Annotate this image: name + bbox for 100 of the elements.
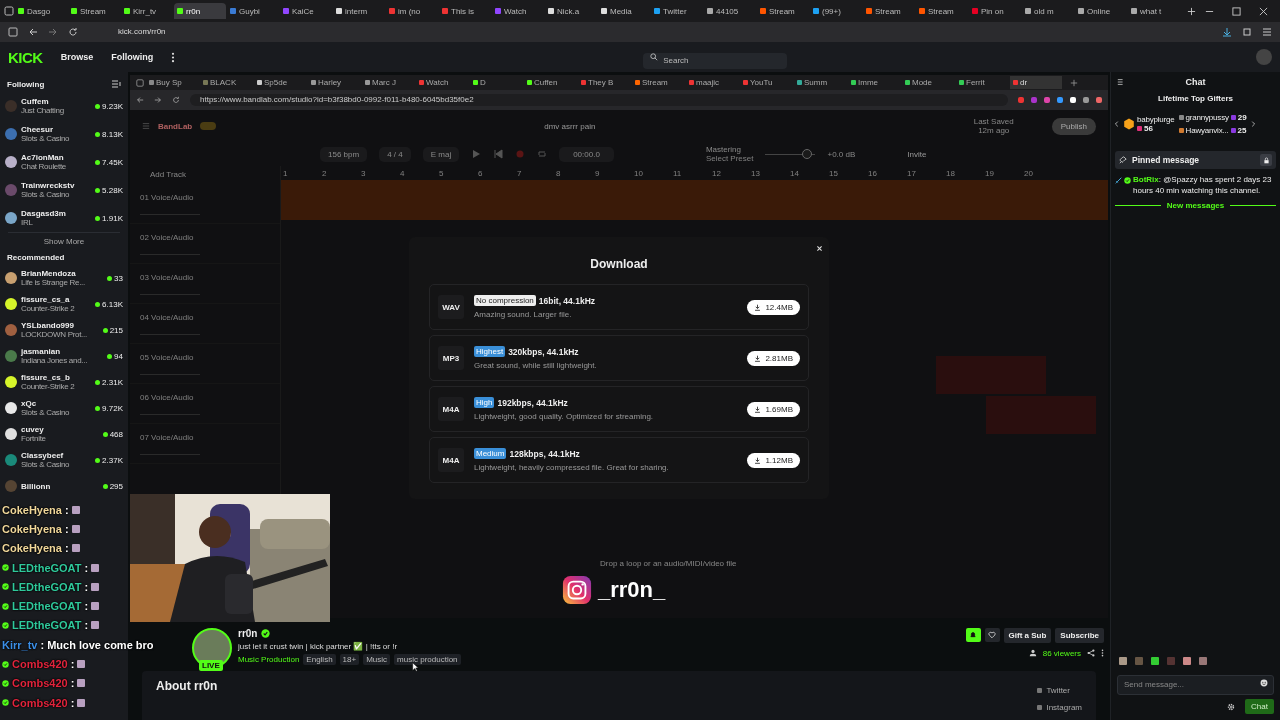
add-track-button[interactable]: Add Track (130, 166, 280, 184)
channel-item[interactable]: Dasgasd3m IRL 1.91K (0, 204, 128, 232)
audio-clip[interactable] (281, 180, 1108, 220)
category-link[interactable]: Music Production (238, 654, 300, 664)
channel-item[interactable]: jasmanian Indiana Jones and... 94 (0, 343, 128, 369)
browser-tab[interactable]: Online (1075, 3, 1127, 19)
browser-tab[interactable]: Cuffen (524, 76, 576, 89)
browser-tab[interactable]: Media (598, 3, 650, 19)
browser-tab[interactable]: interm (333, 3, 385, 19)
channel-action-button[interactable]: Gift a Sub (1003, 627, 1052, 643)
more-icon[interactable] (1101, 649, 1104, 658)
channel-item[interactable]: Classybeef Slots & Casino 2.37K (0, 447, 128, 473)
extension-icon[interactable] (1070, 97, 1076, 103)
collapse-icon[interactable] (1117, 78, 1125, 86)
lock-icon[interactable] (1260, 154, 1272, 166)
play-icon[interactable] (471, 149, 482, 159)
nav-link[interactable]: Following (111, 52, 154, 62)
track-header[interactable]: 01 Voice/Audio (130, 184, 280, 224)
browser-tab[interactable]: Buy Sp (146, 76, 198, 89)
browser-tab[interactable]: They B (578, 76, 630, 89)
browser-tab[interactable]: old m (1022, 3, 1074, 19)
browser-tab[interactable]: Stream (68, 3, 120, 19)
browser-tab[interactable]: Stream (757, 3, 809, 19)
browser-tab[interactable]: Summ (794, 76, 846, 89)
sidebar-icon[interactable] (8, 27, 18, 37)
browser-tab[interactable]: Guybi (227, 3, 279, 19)
browser-tab[interactable]: Stream (632, 76, 684, 89)
reload-icon[interactable] (172, 96, 180, 104)
browser-tab[interactable]: Dasgo (15, 3, 67, 19)
browser-tab[interactable]: Pin on (969, 3, 1021, 19)
social-link[interactable]: Twitter (1037, 686, 1082, 695)
pinned-message-bar[interactable]: Pinned message (1115, 151, 1276, 169)
extension-icon[interactable] (1031, 97, 1037, 103)
project-title[interactable]: dmv asrrr pain (544, 121, 596, 131)
channel-item[interactable]: BrianMendoza Life is Strange Re... 33 (0, 265, 128, 291)
channel-action-button[interactable]: Subscribe (1055, 627, 1104, 643)
tag-chip[interactable]: English (303, 653, 336, 665)
tag-chip[interactable]: 18+ (339, 653, 360, 665)
browser-tab[interactable]: Harley (308, 76, 360, 89)
key-field[interactable]: E maj (422, 146, 460, 162)
extension-icon[interactable] (1096, 97, 1102, 103)
publish-button[interactable]: Publish (1051, 117, 1096, 135)
browser-tab[interactable]: Kirr_tv (121, 3, 173, 19)
extension-icon[interactable] (1044, 97, 1050, 103)
browser-tab[interactable]: maajic (686, 76, 738, 89)
preset-label[interactable]: Select Preset (705, 154, 754, 163)
show-more-link[interactable]: Show More (8, 232, 120, 250)
browser-tab[interactable]: Stream (916, 3, 968, 19)
back-icon[interactable] (136, 96, 144, 104)
browser-tab[interactable]: 44105 (704, 3, 756, 19)
settings-icon[interactable] (1227, 702, 1236, 711)
browser-tab[interactable]: im (no (386, 3, 438, 19)
notification-button[interactable] (965, 628, 981, 643)
emoji-icon[interactable] (1260, 679, 1268, 687)
extension-icon[interactable] (1083, 97, 1089, 103)
browser-tab[interactable]: dr (1010, 76, 1062, 89)
browser-tab[interactable]: (99+) (810, 3, 862, 19)
gifter-name[interactable]: grannypussy (1185, 113, 1229, 122)
close-icon[interactable] (816, 245, 823, 252)
track-header[interactable]: 05 Voice/Audio (130, 344, 280, 384)
track-header[interactable]: 02 Voice/Audio (130, 224, 280, 264)
share-icon[interactable] (1087, 649, 1095, 658)
browser-tab[interactable]: Imme (848, 76, 900, 89)
browser-tab[interactable]: BLACK (200, 76, 252, 89)
download-button[interactable]: 1.69MB (747, 401, 800, 417)
extensions-icon[interactable] (1242, 27, 1252, 37)
browser-tab[interactable]: Ferrit (956, 76, 1008, 89)
channel-item[interactable]: Cuffem Just Chatting 9.23K (0, 92, 128, 120)
channel-avatar[interactable]: LIVE (192, 627, 232, 668)
tab-list-icon[interactable] (4, 6, 14, 16)
channel-item[interactable]: Trainwreckstv Slots & Casino 5.28K (0, 176, 128, 204)
invite-button[interactable]: Invite (907, 149, 927, 159)
maximize-icon[interactable] (1232, 6, 1241, 16)
nav-link[interactable]: Browse (60, 52, 94, 62)
channel-name[interactable]: rr0n (238, 627, 258, 639)
browser-tab[interactable]: D (470, 76, 522, 89)
channel-item[interactable]: Cheesur Slots & Casino 8.13K (0, 120, 128, 148)
tab-list-icon[interactable] (136, 78, 144, 87)
browser-tab[interactable]: Twitter (651, 3, 703, 19)
track-header[interactable]: 07 Voice/Audio (130, 424, 280, 464)
browser-tab[interactable]: This is (439, 3, 491, 19)
reload-icon[interactable] (68, 27, 78, 37)
chat-input[interactable]: Send message... (1117, 674, 1274, 695)
channel-item[interactable]: fissure_cs_a Counter-Strike 2 6.13K (0, 291, 128, 317)
browser-tab[interactable]: Mode (902, 76, 954, 89)
browser-tab[interactable]: Stream (863, 3, 915, 19)
browser-tab[interactable]: Watch (416, 76, 468, 89)
download-button[interactable]: 12.4MB (747, 299, 800, 315)
browser-tab[interactable]: what t (1128, 3, 1180, 19)
browser-tab[interactable]: Watch (492, 3, 544, 19)
download-button[interactable]: 2.81MB (747, 350, 800, 366)
address-field[interactable]: https://www.bandlab.com/studio?id=b3f38bd0-0992-f011-b480-6045bd35f0e2 (190, 94, 1008, 106)
browser-tab[interactable]: YouTu (740, 76, 792, 89)
extension-icon[interactable] (1057, 97, 1063, 103)
close-icon[interactable] (1259, 6, 1268, 16)
track-header[interactable]: 03 Voice/Audio (130, 264, 280, 304)
send-button[interactable]: Chat (1245, 699, 1274, 714)
browser-tab[interactable]: KaiCe (280, 3, 332, 19)
channel-item[interactable]: Ac7ionMan Chat Roulette 7.45K (0, 148, 128, 176)
extension-icon[interactable] (1018, 97, 1024, 103)
